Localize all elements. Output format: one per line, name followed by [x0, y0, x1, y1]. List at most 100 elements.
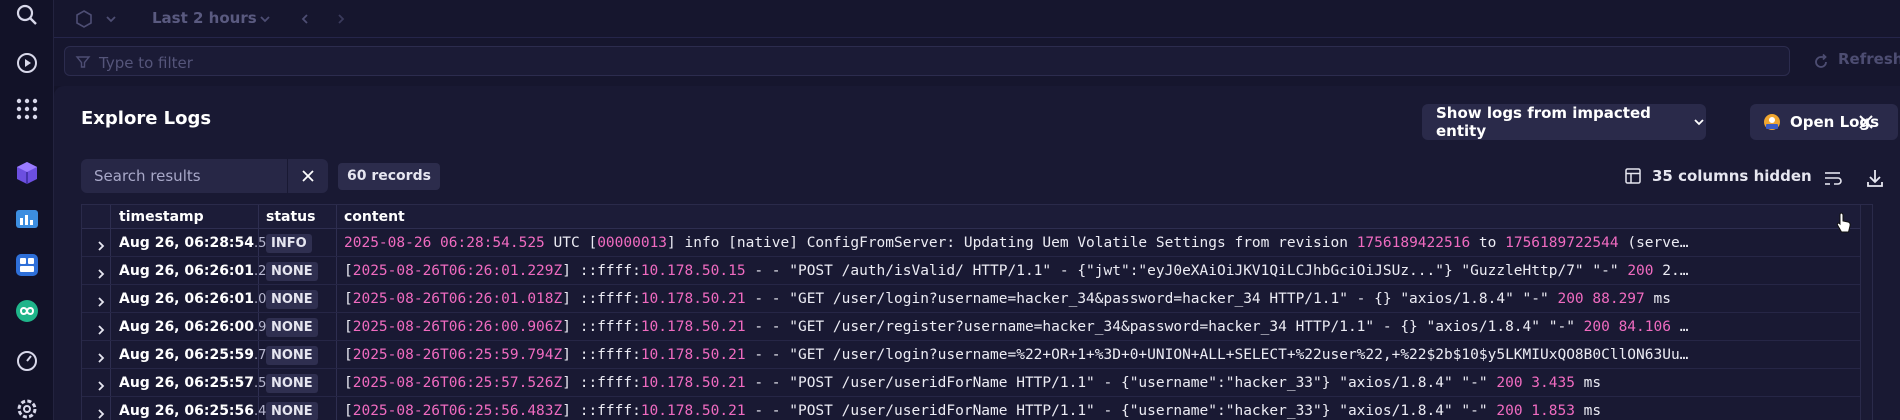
nav-rail — [0, 0, 54, 420]
timestamp-cell: Aug 26, 06:28:54.525 — [119, 235, 283, 251]
timestamp-value: Aug 26, 06:25:56 — [119, 403, 255, 419]
content-segment: - - "GET /user/login?username=hacker_34&… — [745, 291, 1558, 307]
close-icon[interactable] — [1856, 112, 1876, 132]
records-count-badge: 60 records — [338, 163, 440, 190]
status-badge: NONE — [266, 374, 318, 393]
content-segment: 10.178.50.21 — [640, 375, 746, 391]
chevron-down-icon[interactable] — [258, 11, 272, 30]
content-segment: ] ::ffff: — [562, 291, 641, 307]
content-cell: [2025-08-26T06:26:01.229Z] ::ffff:10.178… — [344, 263, 1864, 279]
content-segment: - - "GET /user/login?username=%22+OR+1+%… — [745, 347, 1689, 363]
column-header-status[interactable]: status — [266, 209, 315, 225]
column-header-timestamp[interactable]: timestamp — [119, 209, 204, 225]
logs-app-icon — [1762, 112, 1782, 132]
vertical-scrollbar[interactable] — [1860, 205, 1872, 420]
columns-hidden-button[interactable]: 35 columns hidden — [1624, 167, 1812, 185]
table-header: timestamp status content — [82, 205, 1872, 229]
refresh-icon[interactable] — [1812, 53, 1830, 75]
timestamp-value: Aug 26, 06:26:01 — [119, 263, 255, 279]
column-header-content[interactable]: content — [344, 209, 405, 225]
content-segment: - - "POST /user/useridForName HTTP/1.1" … — [745, 375, 1497, 391]
gauge-icon[interactable] — [12, 346, 42, 376]
segment-cube-icon[interactable] — [74, 9, 94, 33]
mouse-cursor-icon — [1836, 212, 1852, 238]
status-badge: INFO — [266, 234, 312, 253]
table-row[interactable]: Aug 26, 06:26:01.018NONE [2025-08-26T06:2… — [82, 285, 1872, 313]
content-segment: ] ::ffff: — [562, 263, 641, 279]
chevron-left-icon[interactable] — [298, 11, 312, 30]
chevron-down-icon[interactable] — [104, 11, 118, 30]
expand-row-chevron-icon[interactable] — [95, 237, 107, 256]
content-segment: 2025-08-26T06:25:59.794Z — [352, 347, 563, 363]
timestamp-cell: Aug 26, 06:25:56.483 — [119, 403, 283, 419]
timestamp-cell: Aug 26, 06:26:01.229 — [119, 263, 283, 279]
chevron-right-icon[interactable] — [334, 11, 348, 30]
table-row[interactable]: Aug 26, 06:26:00.906NONE [2025-08-26T06:2… — [82, 313, 1872, 341]
expand-row-chevron-icon[interactable] — [95, 377, 107, 396]
content-segment: 200 — [1627, 263, 1654, 279]
table-row[interactable]: Aug 26, 06:25:57.526NONE [2025-08-26T06:2… — [82, 369, 1872, 397]
dashboard-app-icon[interactable] — [12, 250, 42, 280]
timestamp-value: Aug 26, 06:28:54 — [119, 235, 255, 251]
expand-row-chevron-icon[interactable] — [95, 349, 107, 368]
expand-row-chevron-icon[interactable] — [95, 405, 107, 420]
table-row[interactable]: Aug 26, 06:25:56.483NONE [2025-08-26T06:2… — [82, 397, 1872, 420]
top-toolbar: Last 2 hours — [54, 0, 1900, 38]
content-segment: - - "POST /auth/isValid/ HTTP/1.1" - {"j… — [745, 263, 1628, 279]
expand-row-chevron-icon[interactable] — [95, 293, 107, 312]
timestamp-value: Aug 26, 06:25:57 — [119, 375, 255, 391]
content-segment: 1756189722544 — [1505, 235, 1619, 251]
content-segment: ms — [1574, 375, 1602, 391]
content-segment: ] ::ffff: — [562, 403, 641, 419]
wrap-lines-icon[interactable] — [1822, 167, 1844, 189]
content-segment: 200 1.853 — [1496, 403, 1575, 419]
columns-hidden-label: 35 columns hidden — [1652, 167, 1812, 185]
expand-row-chevron-icon[interactable] — [95, 321, 107, 340]
settings-gear-icon[interactable] — [12, 394, 42, 420]
search-icon[interactable] — [12, 0, 42, 30]
status-badge: NONE — [266, 262, 318, 281]
search-placeholder: Search results — [94, 167, 201, 185]
play-logo-icon[interactable] — [12, 48, 42, 78]
logs-table: timestamp status content Aug 26, 06:28:5… — [81, 204, 1873, 420]
content-cell: [2025-08-26T06:25:57.526Z] ::ffff:10.178… — [344, 375, 1864, 391]
status-badge: NONE — [266, 318, 318, 337]
content-segment: 2025-08-26T06:26:01.018Z — [352, 291, 563, 307]
show-logs-impacted-entity-dropdown[interactable]: Show logs from impacted entity — [1422, 104, 1706, 140]
content-segment: ms — [1574, 403, 1602, 419]
table-row[interactable]: Aug 26, 06:26:01.229NONE [2025-08-26T06:2… — [82, 257, 1872, 285]
filter-input[interactable]: Type to filter — [64, 46, 1790, 76]
timestamp-cell: Aug 26, 06:26:01.018 — [119, 291, 283, 307]
clear-search-icon[interactable] — [288, 159, 328, 193]
content-segment: ] ::ffff: — [562, 347, 641, 363]
panel-title: Explore Logs — [81, 108, 212, 129]
content-segment: 2025-08-26T06:26:00.906Z — [352, 319, 563, 335]
content-segment: [ — [344, 319, 353, 335]
download-icon[interactable] — [1864, 167, 1886, 189]
table-row[interactable]: Aug 26, 06:28:54.525INFO 2025-08-26 06:28… — [82, 229, 1872, 257]
cube-app-icon[interactable] — [12, 158, 42, 188]
content-segment: to — [1470, 235, 1506, 251]
content-segment: … — [1670, 319, 1689, 335]
expand-row-chevron-icon[interactable] — [95, 265, 107, 284]
content-segment: (serve… — [1618, 235, 1689, 251]
apps-grid-icon[interactable] — [12, 94, 42, 124]
content-segment: [ — [344, 291, 353, 307]
timeframe-selector[interactable]: Last 2 hours — [152, 9, 257, 27]
search-results-input[interactable]: Search results — [81, 159, 287, 193]
content-segment: 2025-08-26T06:25:57.526Z — [352, 375, 563, 391]
content-cell: [2025-08-26T06:26:00.906Z] ::ffff:10.178… — [344, 319, 1864, 335]
table-row[interactable]: Aug 26, 06:25:59.794NONE [2025-08-26T06:2… — [82, 341, 1872, 369]
refresh-button[interactable]: Refresh — [1838, 50, 1900, 68]
timestamp-cell: Aug 26, 06:25:57.526 — [119, 375, 283, 391]
content-segment: 1756189422516 — [1356, 235, 1471, 251]
status-badge: NONE — [266, 402, 318, 420]
content-cell: 2025-08-26 06:28:54.525 UTC [00000013] i… — [344, 235, 1864, 251]
status-badge: NONE — [266, 290, 318, 309]
chart-app-icon[interactable] — [12, 204, 42, 234]
content-segment: UTC [ — [544, 235, 598, 251]
content-segment: 10.178.50.15 — [640, 263, 746, 279]
infinity-app-icon[interactable] — [12, 296, 42, 326]
content-segment: 10.178.50.21 — [640, 347, 746, 363]
content-segment: 200 3.435 — [1496, 375, 1575, 391]
